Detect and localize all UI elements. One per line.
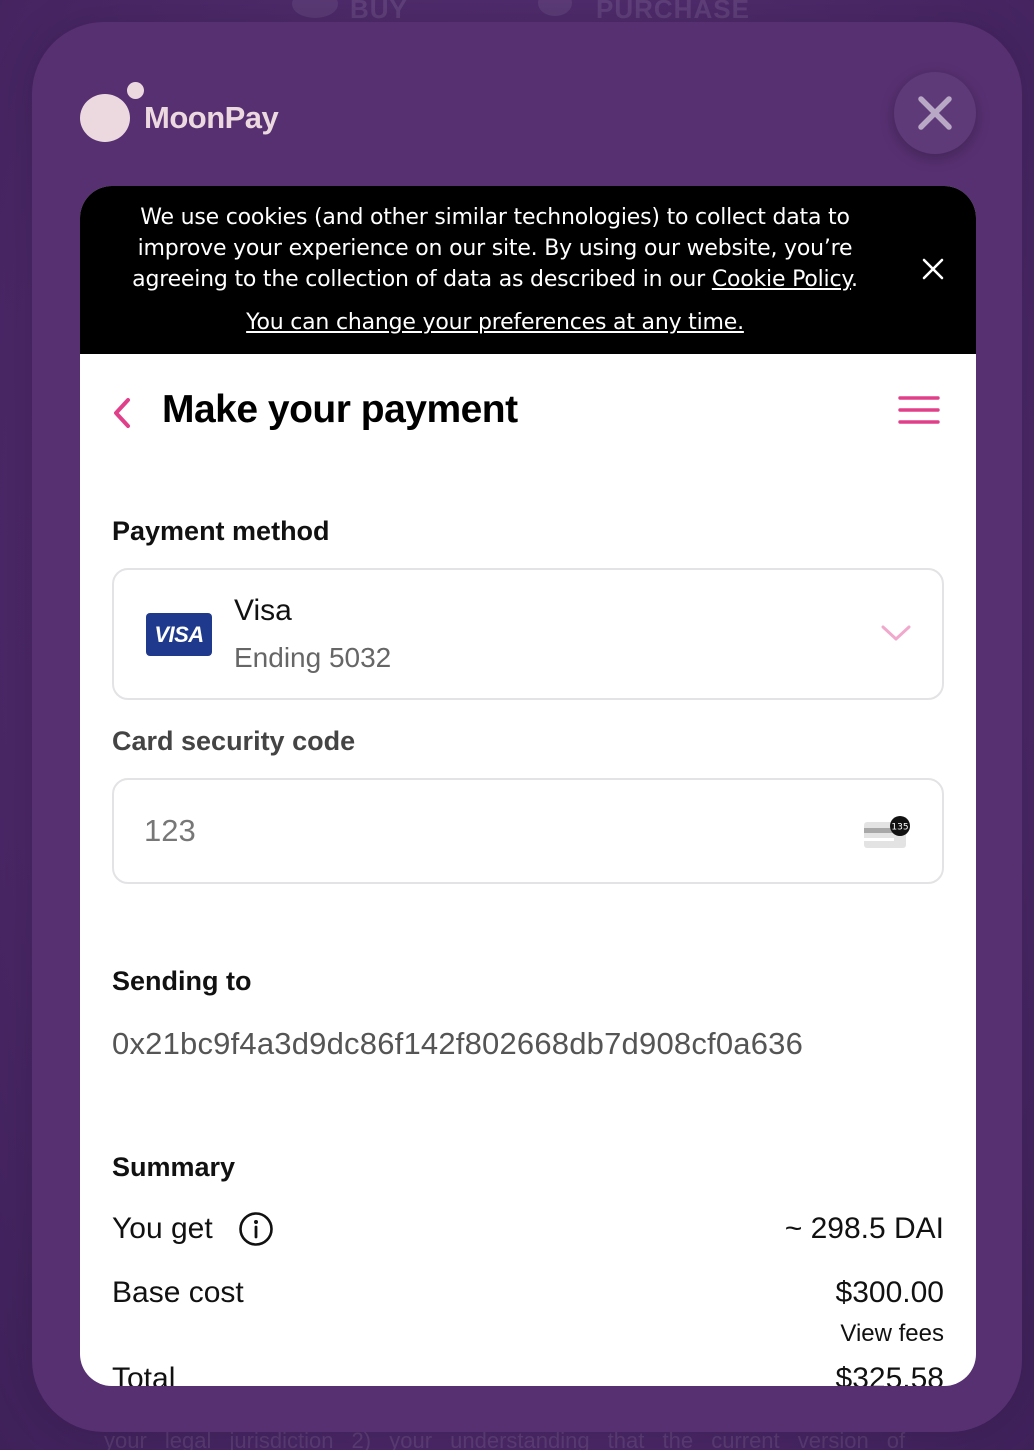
- close-modal-button[interactable]: [894, 72, 976, 154]
- close-icon: [918, 96, 952, 130]
- cookie-close-button[interactable]: [920, 256, 946, 282]
- hamburger-menu-icon[interactable]: [898, 394, 940, 426]
- security-code-input[interactable]: [144, 806, 824, 856]
- cvv-icon-badge: 135: [891, 823, 908, 833]
- card-name: Visa: [234, 594, 292, 627]
- total-label: Total: [112, 1362, 176, 1386]
- security-code-field: 135: [112, 778, 944, 884]
- base-cost-label: Base cost: [112, 1276, 244, 1309]
- purchase-icon: [538, 0, 572, 16]
- security-code-label: Card security code: [112, 726, 356, 756]
- total-value: $325.58: [835, 1362, 944, 1386]
- card-cvv-icon: 135: [864, 816, 910, 848]
- widget-panel: We use cookies (and other similar techno…: [80, 186, 976, 1386]
- sending-to-label: Sending to: [112, 966, 252, 996]
- cookie-text-period: .: [851, 267, 858, 292]
- payment-method-label: Payment method: [112, 516, 330, 546]
- back-arrow-icon[interactable]: [108, 394, 134, 432]
- you-get-label: You get: [112, 1212, 213, 1245]
- summary-label: Summary: [112, 1152, 236, 1182]
- logo-wordmark: MoonPay: [144, 100, 279, 135]
- logo-moon-small: [127, 82, 144, 99]
- visa-logo: VISA: [146, 613, 212, 656]
- cookie-policy-link[interactable]: Cookie Policy: [712, 267, 851, 292]
- logo-moon-large: [80, 94, 130, 142]
- moonpay-logo: MoonPay: [80, 80, 300, 144]
- cookie-text: We use cookies (and other similar techno…: [100, 202, 890, 295]
- view-fees-link[interactable]: View fees: [840, 1320, 944, 1348]
- info-icon[interactable]: [238, 1211, 274, 1247]
- wallet-address: 0x21bc9f4a3d9dc86f142f802668db7d908cf0a6…: [112, 1026, 804, 1061]
- payment-content: Make your payment Payment method VISA Vi…: [80, 354, 976, 1386]
- buy-icon: [292, 0, 338, 18]
- cookie-preferences-link[interactable]: You can change your preferences at any t…: [246, 310, 744, 335]
- card-ending: Ending 5032: [234, 642, 392, 673]
- base-cost-value: $300.00: [835, 1276, 944, 1309]
- cookie-preferences: You can change your preferences at any t…: [100, 308, 890, 338]
- cookie-banner: We use cookies (and other similar techno…: [80, 186, 976, 354]
- you-get-value: ~ 298.5 DAI: [784, 1212, 944, 1245]
- chevron-down-icon: [881, 625, 911, 641]
- payment-method-select[interactable]: VISA Visa Ending 5032: [112, 568, 944, 700]
- page-title: Make your payment: [162, 388, 518, 431]
